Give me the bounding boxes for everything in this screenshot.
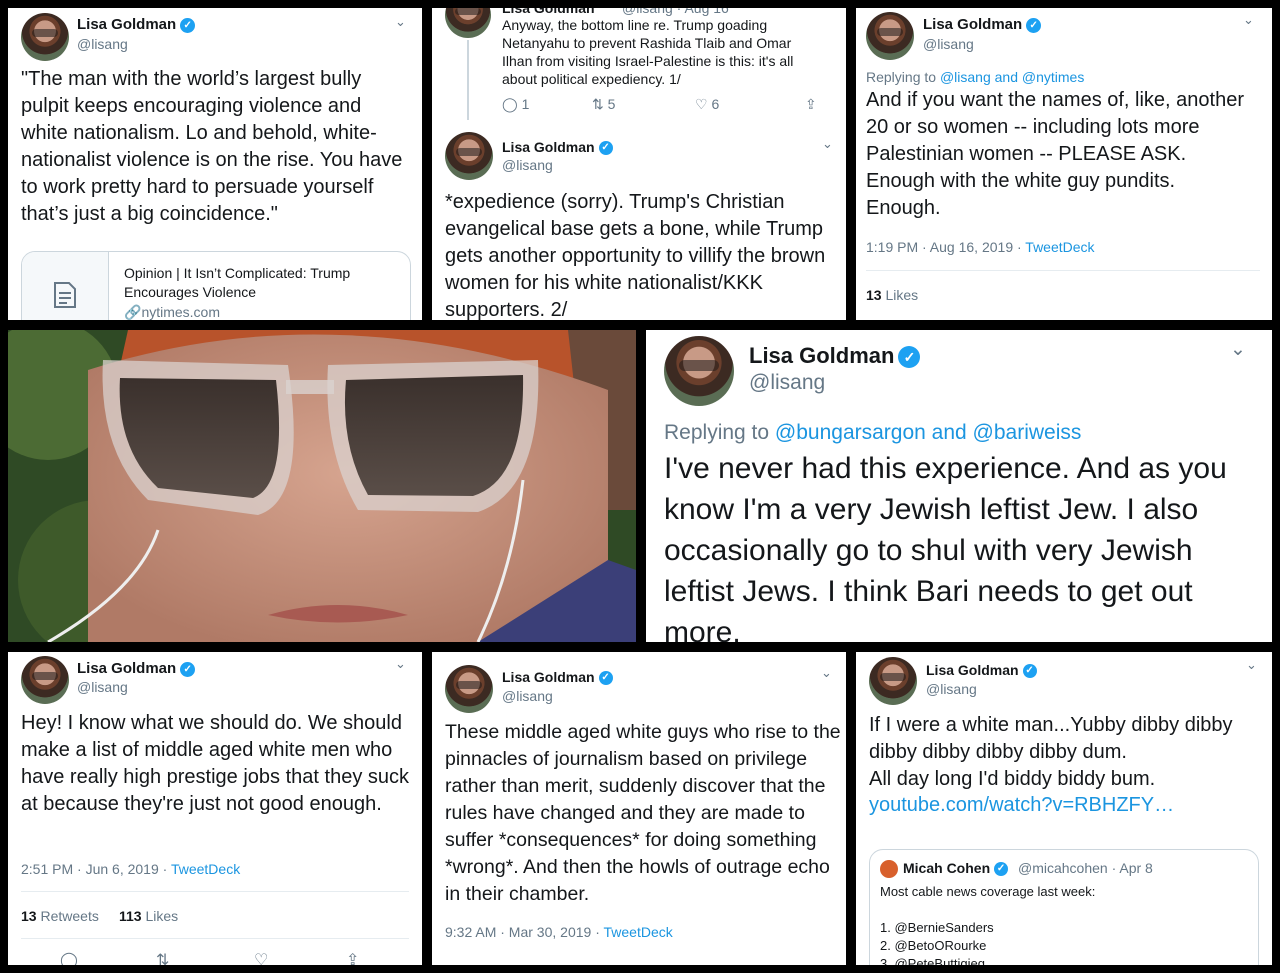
card-domain: 🔗nytimes.com — [124, 304, 221, 320]
verified-badge-icon: ✓ — [1026, 17, 1042, 33]
thread-connector — [467, 40, 469, 120]
author-handle[interactable]: @lisang — [749, 371, 825, 395]
quote-meta: @micahcohen · Apr 8 — [1018, 860, 1153, 876]
verified-badge-icon: ✓ — [1022, 664, 1037, 679]
avatar[interactable] — [664, 336, 734, 406]
chevron-down-icon[interactable]: ⌄ — [395, 656, 406, 672]
author-handle[interactable]: @lisang — [923, 36, 974, 52]
author-name[interactable]: Lisa Goldman ✓ — [77, 16, 196, 33]
replying-to: Replying to @bungarsargon and @bariweiss — [664, 421, 1082, 444]
retweets-count[interactable]: 13 Retweets — [21, 908, 99, 924]
author-name[interactable]: Lisa Goldman ✓ — [923, 16, 1042, 33]
author-handle[interactable]: @lisang — [926, 681, 977, 697]
verified-badge-icon: ✓ — [180, 661, 196, 677]
client-link[interactable]: TweetDeck — [1025, 239, 1094, 255]
tweet-panel-shul: Lisa Goldman ✓ @lisang ⌄ Replying to @bun… — [646, 330, 1272, 642]
likes-count[interactable]: 113 Likes — [119, 908, 178, 924]
tweet-text: Hey! I know what we should do. We should… — [21, 712, 409, 815]
likes-count[interactable]: 13 Likes — [866, 287, 918, 303]
like-icon: ♡ — [695, 96, 708, 112]
author-name[interactable]: Lisa Goldman — [502, 8, 595, 16]
retweet-button[interactable]: ⇅ 5 — [592, 96, 695, 113]
chevron-down-icon[interactable]: ⌄ — [1243, 12, 1254, 28]
author-handle[interactable]: @lisang — [502, 157, 553, 173]
tweet-panel-thread: Lisa Goldman @lisang · Aug 16 Anyway, th… — [432, 8, 846, 320]
verified-badge-icon: ✓ — [898, 346, 921, 369]
avatar[interactable] — [445, 665, 493, 713]
tweet-panel-consequences: Lisa Goldman ✓ @lisang ⌄ These middle age… — [432, 652, 846, 965]
retweet-icon: ⇅ — [592, 96, 604, 112]
action-bar: ◯ 1 ⇅ 5 ♡ 6 ⇪ — [502, 96, 842, 113]
chevron-down-icon[interactable]: ⌄ — [821, 665, 832, 681]
replying-to-link[interactable]: @lisang and @nytimes — [940, 69, 1084, 85]
divider — [21, 891, 409, 892]
reply-icon[interactable]: ◯ — [60, 950, 156, 965]
replying-to-link[interactable]: @bungarsargon and @bariweiss — [775, 421, 1081, 444]
tweet-panel-nytimes-quote: Lisa Goldman ✓ @lisang ⌄ "The man with th… — [8, 8, 422, 320]
tweet-timestamp: 2:51 PM · Jun 6, 2019 · TweetDeck — [21, 861, 241, 877]
tweet-text: These middle aged white guys who rise to… — [445, 721, 841, 905]
avatar[interactable] — [445, 8, 491, 38]
author-handle[interactable]: @lisang — [502, 688, 553, 704]
youtube-link[interactable]: youtube.com/watch?v=RBHZFY… — [869, 794, 1174, 817]
avatar[interactable] — [21, 13, 69, 61]
quote-avatar — [880, 860, 898, 878]
action-bar: ◯ ⇅ ♡ ⇪ — [60, 950, 400, 965]
tweet-panel-women-list: Lisa Goldman ✓ @lisang ⌄ Replying to @lis… — [856, 8, 1272, 320]
avatar[interactable] — [866, 12, 914, 60]
share-icon[interactable]: ⇪ — [805, 96, 817, 113]
author-handle[interactable]: @lisang — [77, 36, 128, 52]
link-card[interactable]: Opinion | It Isn’t Complicated: Trump En… — [21, 251, 411, 320]
avatar[interactable] — [445, 132, 493, 180]
link-icon: 🔗 — [124, 304, 142, 320]
like-icon[interactable]: ♡ — [254, 950, 346, 965]
document-icon — [22, 252, 109, 320]
divider — [21, 938, 409, 939]
author-name[interactable]: Lisa Goldman ✓ — [502, 139, 613, 156]
profile-photo — [8, 330, 636, 642]
client-link[interactable]: TweetDeck — [604, 924, 673, 940]
verified-badge-icon: ✓ — [180, 17, 196, 33]
share-icon[interactable]: ⇪ — [346, 950, 359, 965]
tweet-timestamp: 9:32 AM · Mar 30, 2019 · TweetDeck — [445, 924, 673, 940]
tweet-panel-white-man: Lisa Goldman ✓ @lisang ⌄ If I were a whit… — [856, 652, 1272, 965]
author-name[interactable]: Lisa Goldman ✓ — [77, 660, 196, 677]
verified-badge-icon: ✓ — [598, 671, 613, 686]
reply-icon: ◯ — [502, 96, 518, 112]
chevron-down-icon[interactable]: ⌄ — [395, 14, 406, 30]
quoted-tweet[interactable]: Micah Cohen ✓ @micahcohen · Apr 8 Most ca… — [869, 849, 1259, 965]
verified-badge-icon: ✓ — [598, 141, 613, 156]
tweet-timestamp: 1:19 PM · Aug 16, 2019 · TweetDeck — [866, 239, 1095, 255]
tweet-text: "The man with the world’s largest bully … — [21, 68, 403, 225]
tweet-panel-make-a-list: Lisa Goldman ✓ @lisang ⌄ Hey! I know what… — [8, 652, 422, 965]
chevron-down-icon[interactable]: ⌄ — [1246, 657, 1257, 673]
avatar[interactable] — [869, 657, 917, 705]
reply-button[interactable]: ◯ 1 — [502, 96, 592, 113]
avatar[interactable] — [21, 656, 69, 704]
like-button[interactable]: ♡ 6 — [695, 96, 805, 113]
quote-text: Most cable news coverage last week: 1. @… — [880, 884, 1096, 965]
tweet-meta: @lisang · Aug 16 — [622, 8, 729, 16]
author-name[interactable]: Lisa Goldman ✓ — [926, 662, 1037, 679]
card-title: Opinion | It Isn’t Complicated: Trump En… — [124, 265, 351, 300]
chevron-down-icon[interactable]: ⌄ — [822, 136, 833, 152]
author-handle[interactable]: @lisang — [77, 679, 128, 695]
tweet-text: And if you want the names of, like, anot… — [866, 89, 1244, 219]
verified-badge-icon: ✓ — [994, 862, 1009, 877]
divider — [866, 270, 1260, 271]
tweet-text: Anyway, the bottom line re. Trump goadin… — [502, 17, 794, 87]
retweet-icon[interactable]: ⇅ — [156, 950, 254, 965]
client-link[interactable]: TweetDeck — [171, 861, 240, 877]
replying-to: Replying to @lisang and @nytimes — [866, 69, 1085, 85]
tweet-text: If I were a white man...Yubby dibby dibb… — [869, 714, 1233, 790]
author-name[interactable]: Lisa Goldman ✓ — [502, 669, 613, 686]
tweet-text: *expedience (sorry). Trump's Christian e… — [445, 191, 826, 320]
quote-author-name: Micah Cohen ✓ — [903, 860, 1009, 877]
chevron-down-icon[interactable]: ⌄ — [1230, 338, 1246, 361]
tweet-text: I've never had this experience. And as y… — [664, 452, 1227, 642]
author-name[interactable]: Lisa Goldman ✓ — [749, 343, 921, 369]
